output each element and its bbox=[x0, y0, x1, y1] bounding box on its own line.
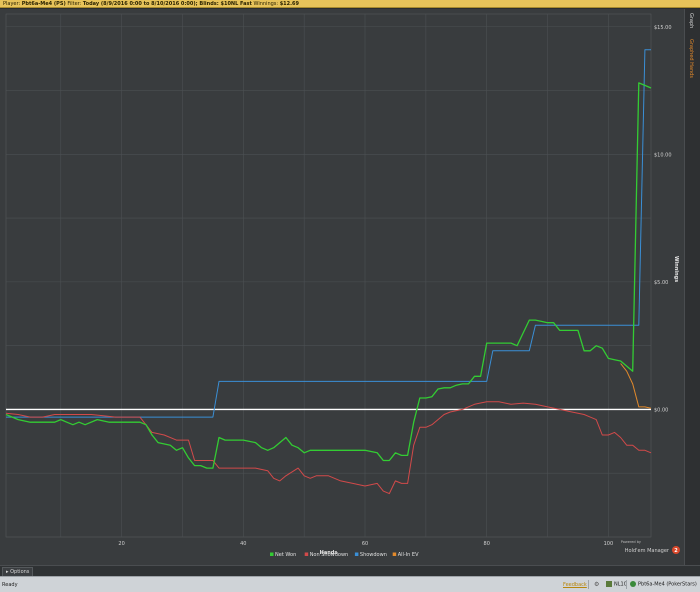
options-bar: ▸ Options bbox=[0, 565, 700, 577]
stake-icon bbox=[606, 581, 612, 587]
status-bar: Ready Feedback ⚙ NL10 Pbt6a-Me4 (PokerSt… bbox=[0, 576, 700, 592]
legend-label: Net Won bbox=[275, 552, 296, 558]
winnings-label: Winnings: bbox=[253, 1, 279, 7]
options-label: Options bbox=[10, 569, 30, 575]
legend-label: Non Showdown bbox=[310, 552, 349, 558]
feedback-link[interactable]: Feedback bbox=[563, 582, 587, 588]
legend-label: Showdown bbox=[360, 552, 387, 558]
gear-icon[interactable]: ⚙ bbox=[594, 581, 599, 588]
legend-swatch bbox=[270, 552, 274, 556]
tab-graphed-hands[interactable]: Graphed Hands bbox=[688, 39, 694, 78]
legend-swatch bbox=[392, 552, 397, 556]
branding-powered-by: Powered by bbox=[621, 540, 641, 544]
right-sidebar: Graph Graphed Hands bbox=[684, 9, 700, 569]
divider bbox=[626, 580, 627, 589]
player-site-label: Pbt6a-Me4 (PokerStars) bbox=[638, 581, 697, 588]
y-axis-label: Winnings bbox=[673, 256, 679, 282]
winnings-chart: $0.00$5.00$10.00$15.0020 40 60 80 100HandsWi… bbox=[5, 13, 680, 558]
y-tick-label: $0.00 bbox=[654, 407, 668, 413]
tab-graph[interactable]: Graph bbox=[688, 13, 694, 28]
branding-product: Hold'em Manager bbox=[625, 548, 670, 554]
x-tick-label: 60 bbox=[362, 541, 368, 547]
y-tick-label: $5.00 bbox=[654, 280, 668, 286]
legend-swatch bbox=[304, 552, 309, 556]
filter-value: Today (8/9/2016 0:00 to 8/10/2016 0:00);… bbox=[82, 1, 252, 7]
legend-swatch bbox=[354, 552, 359, 556]
winnings-value: $12.69 bbox=[279, 1, 299, 7]
stake-label: NL10 bbox=[614, 581, 627, 588]
player-selector[interactable]: Pbt6a-Me4 (PokerStars) bbox=[630, 581, 697, 588]
legend-label: All-In EV bbox=[398, 552, 419, 558]
stake-selector[interactable]: NL10 bbox=[606, 581, 627, 588]
y-tick-label: $10.00 bbox=[654, 152, 672, 158]
filter-bar: Player: Pbt6a-Me4 (PS) Filter: Today (8/… bbox=[0, 0, 700, 8]
player-label: Player: bbox=[3, 1, 21, 7]
expand-arrow-icon: ▸ bbox=[6, 569, 9, 575]
x-tick-label: 40 bbox=[240, 541, 246, 547]
divider bbox=[588, 580, 589, 589]
player-name: Pbt6a-Me4 (PS) bbox=[21, 1, 66, 7]
x-tick-label: 100 bbox=[604, 541, 614, 547]
y-tick-label: $15.00 bbox=[654, 25, 672, 31]
hm2-logo-badge: 2 bbox=[674, 548, 678, 554]
plot-background bbox=[5, 13, 652, 538]
x-tick-label: 20 bbox=[118, 541, 124, 547]
status-text: Ready bbox=[2, 582, 18, 588]
player-icon bbox=[630, 581, 636, 587]
filter-label: Filter: bbox=[67, 1, 82, 7]
x-tick-label: 80 bbox=[484, 541, 490, 547]
chart-area: $0.00 $5.00 $10.00 $15.00 20 40 60 80 100 Hands Wi… bbox=[0, 9, 684, 569]
